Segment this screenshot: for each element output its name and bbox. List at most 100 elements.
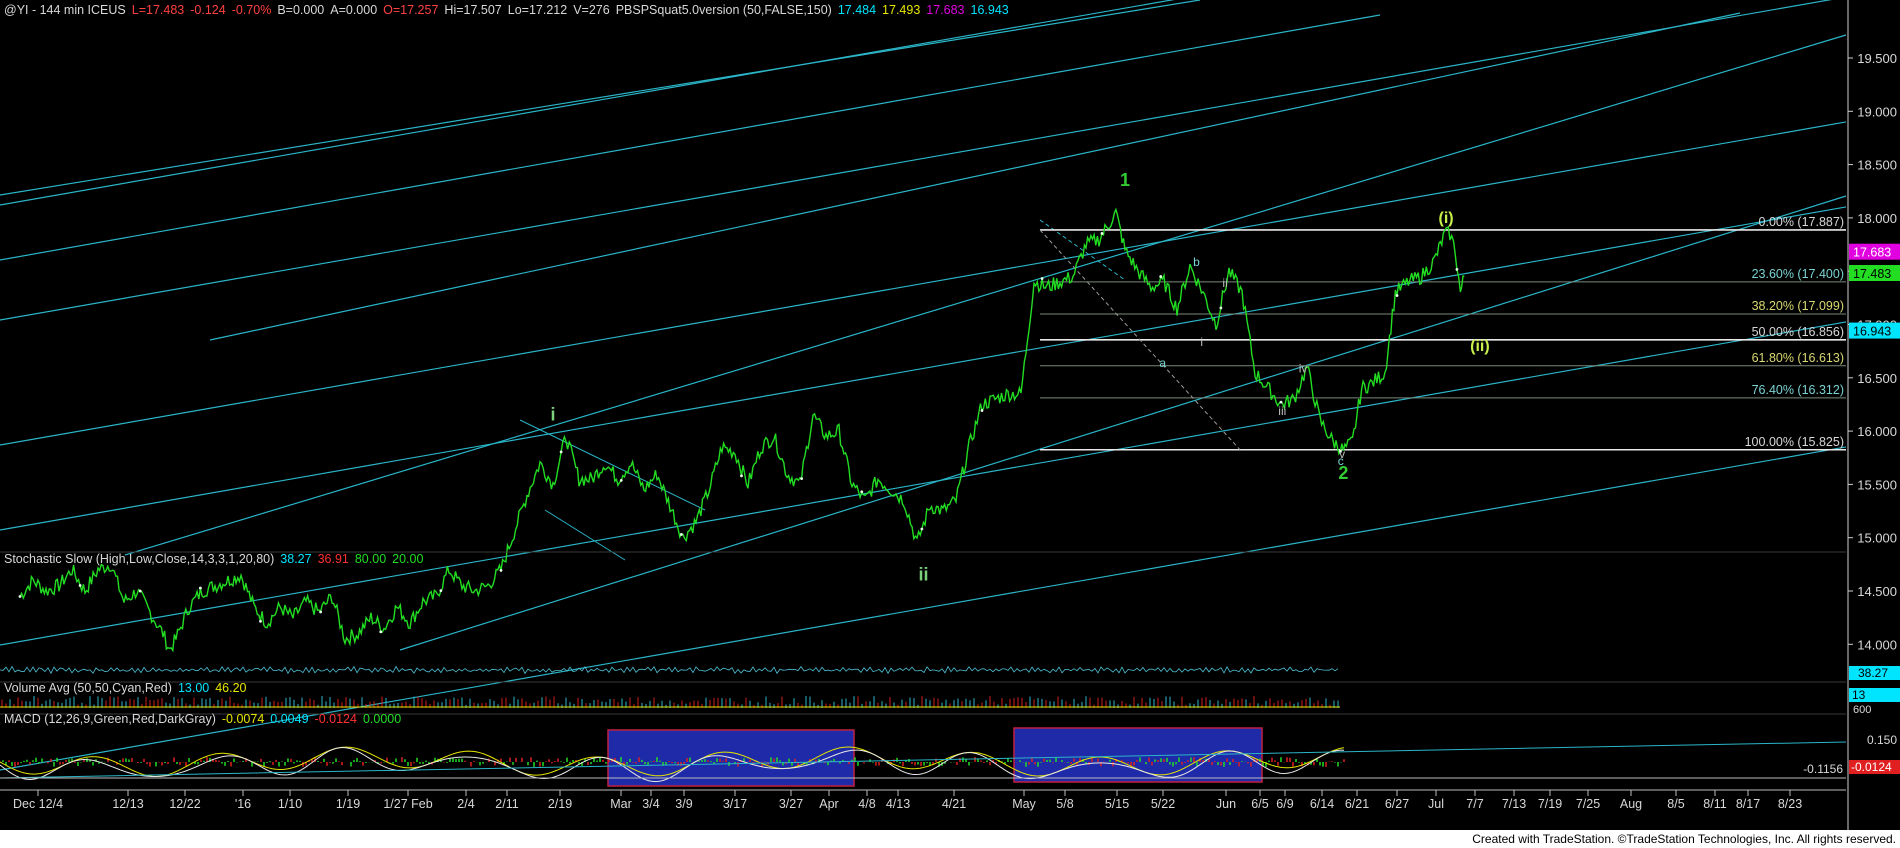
- x-tick-label: 8/11: [1703, 797, 1726, 811]
- wave-label: ii: [1222, 276, 1227, 290]
- macd-tick-label: -0.1156: [1803, 762, 1843, 776]
- macd-axis-value: -0.0124: [1851, 760, 1892, 774]
- swing-point: [1219, 306, 1223, 310]
- swing-point: [1455, 267, 1459, 271]
- volume-label: Volume Avg (50,50,Cyan,Red): [4, 681, 172, 695]
- swing-point: [860, 490, 864, 494]
- swing-point: [499, 569, 503, 572]
- x-tick-label: 1/19: [336, 797, 360, 811]
- header-percent: -0.70%: [232, 3, 272, 17]
- x-tick-label: 6/9: [1276, 797, 1293, 811]
- chart-canvas: 14.00014.50015.00015.50016.00016.50017.0…: [0, 0, 1900, 848]
- swing-point: [1100, 232, 1104, 235]
- x-tick-label: 6/14: [1310, 797, 1334, 811]
- x-tick-label: Aug: [1620, 797, 1642, 811]
- x-tick-label: 3/27: [779, 797, 803, 811]
- swing-point: [439, 589, 443, 593]
- y-tick-label: 18.000: [1857, 211, 1897, 226]
- wave-label: v: [1339, 447, 1345, 461]
- macd-tick-label: 0.150: [1867, 733, 1897, 747]
- swing-point: [800, 477, 804, 481]
- x-tick-label: 8/5: [1667, 797, 1684, 811]
- stochastic-value: 36.91: [318, 552, 349, 566]
- swing-point: [1040, 277, 1044, 280]
- x-tick-label: 4/13: [886, 797, 910, 811]
- stochastic-value: 38.27: [280, 552, 311, 566]
- macd-label: MACD (12,26,9,Green,Red,DarkGray): [4, 712, 216, 726]
- x-tick-label: Mar: [610, 797, 632, 811]
- x-tick-label: 7/7: [1466, 797, 1483, 811]
- x-tick-label: 3/17: [723, 797, 747, 811]
- volume-value: 46.20: [215, 681, 246, 695]
- swing-point: [198, 586, 202, 590]
- fib-label: 100.00% (15.825): [1745, 435, 1844, 449]
- swing-point: [379, 630, 383, 634]
- y-tick-label: 14.000: [1857, 637, 1897, 652]
- macd-value: 0.0049: [270, 712, 308, 726]
- x-tick-label: Apr: [819, 797, 838, 811]
- y-tick-label: 18.500: [1857, 158, 1897, 173]
- wave-label: ii: [918, 564, 928, 584]
- fib-label: 61.80% (16.613): [1752, 351, 1844, 365]
- x-tick-label: 8/23: [1778, 797, 1802, 811]
- x-tick-label: May: [1012, 797, 1036, 811]
- axis-value-text: 17.483: [1853, 267, 1891, 281]
- wave-label: a: [1159, 356, 1166, 370]
- fib-label: 76.40% (16.312): [1752, 383, 1844, 397]
- x-tick-label: 1/27 Feb: [383, 797, 432, 811]
- wave-label: (ii): [1470, 338, 1490, 355]
- header-value-1: 17.484: [838, 3, 876, 17]
- header-value-4: 16.943: [971, 3, 1009, 17]
- x-tick-label: 5/15: [1105, 797, 1129, 811]
- header-ask: A=0.000: [330, 3, 377, 17]
- swing-point: [1279, 400, 1283, 404]
- x-tick-label: 3/4: [642, 797, 659, 811]
- fib-label: 0.00% (17.887): [1759, 215, 1844, 229]
- header-low: Lo=17.212: [508, 3, 567, 17]
- y-tick-label: 16.000: [1857, 424, 1897, 439]
- header-value-3: 17.683: [926, 3, 964, 17]
- swing-point: [679, 533, 683, 536]
- x-tick-label: 12/13: [112, 797, 143, 811]
- swing-point: [18, 595, 22, 598]
- x-tick-label: 7/13: [1502, 797, 1526, 811]
- x-tick-label: Dec 12/4: [13, 797, 63, 811]
- swing-point: [920, 527, 924, 531]
- axis-value-text: 17.683: [1853, 246, 1891, 260]
- fib-label: 50.00% (16.856): [1752, 325, 1844, 339]
- swing-point: [78, 584, 82, 587]
- fib-label: 38.20% (17.099): [1752, 299, 1844, 313]
- macd-value: -0.0074: [222, 712, 264, 726]
- wave-label: i: [1200, 335, 1203, 349]
- x-tick-label: 4/8: [858, 797, 875, 811]
- x-tick-label: 5/8: [1056, 797, 1073, 811]
- x-tick-label: 8/17: [1736, 797, 1760, 811]
- y-tick-label: 15.000: [1857, 531, 1897, 546]
- header-last: L=17.483: [132, 3, 185, 17]
- stochastic-axis-value: 38.27: [1858, 666, 1888, 680]
- x-tick-label: 7/19: [1538, 797, 1562, 811]
- x-tick-label: 6/5: [1251, 797, 1268, 811]
- macd-value: -0.0124: [315, 712, 357, 726]
- wave-label: iii: [1278, 404, 1286, 418]
- y-tick-label: 16.500: [1857, 371, 1897, 386]
- fib-label: 23.60% (17.400): [1752, 267, 1844, 281]
- swing-point: [980, 409, 984, 412]
- x-tick-label: '16: [235, 797, 251, 811]
- macd-value: 0.0000: [363, 712, 401, 726]
- swing-point: [1159, 275, 1163, 278]
- wave-label: b: [1193, 255, 1200, 269]
- header-open: O=17.257: [383, 3, 438, 17]
- y-tick-label: 15.500: [1857, 477, 1897, 492]
- footer-text: Created with TradeStation. ©TradeStation…: [1472, 832, 1896, 846]
- x-tick-label: 7/25: [1576, 797, 1600, 811]
- wave-label: 1: [1120, 170, 1130, 190]
- x-tick-label: 1/10: [278, 797, 302, 811]
- header-study: PBSPSquat5.0version (50,FALSE,150): [616, 3, 832, 17]
- swing-point: [740, 474, 743, 478]
- axis-value-text: 16.943: [1853, 325, 1891, 339]
- x-tick-label: 5/22: [1151, 797, 1175, 811]
- volume-axis-value: 13: [1852, 688, 1866, 702]
- header-volume: V=276: [573, 3, 610, 17]
- volume-value: 13.00: [178, 681, 209, 695]
